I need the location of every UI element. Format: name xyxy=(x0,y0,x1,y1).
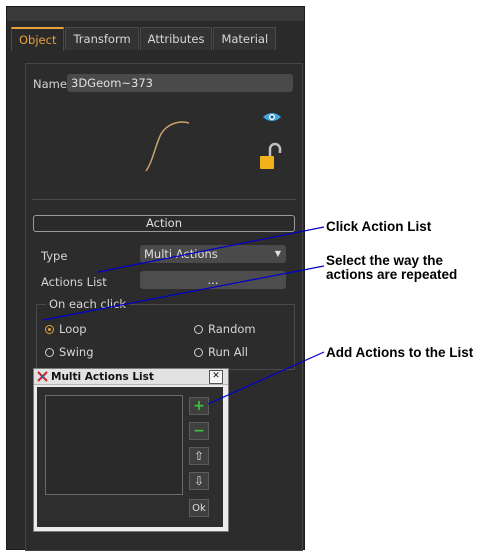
callout-line-actions-list xyxy=(97,226,325,273)
callout-click-action-list: Click Action List xyxy=(326,219,432,234)
callout-select-way-line2: actions are repeated xyxy=(326,267,458,282)
callout-add-actions: Add Actions to the List xyxy=(326,345,474,360)
callout-select-way-line1: Select the way the xyxy=(326,253,444,268)
callout-line-repeat-mode xyxy=(42,265,325,321)
callout-line-add-actions xyxy=(207,351,325,405)
